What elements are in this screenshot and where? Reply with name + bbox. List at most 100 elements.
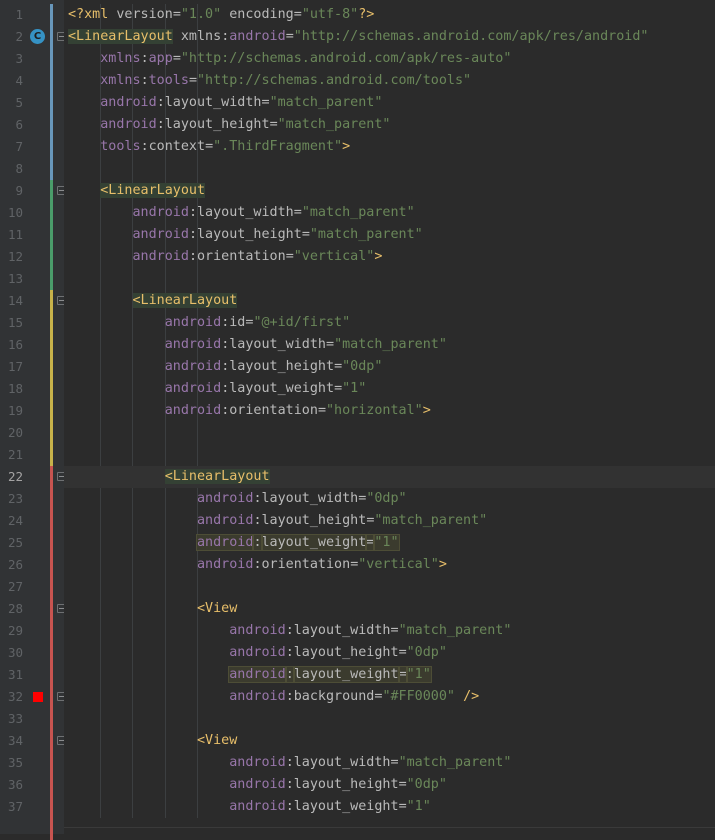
code-line[interactable]: <LinearLayout [64,290,715,312]
code-token: android [164,381,222,396]
code-line[interactable]: <LinearLayout xmlns:android="http://sche… [64,26,715,48]
code-line[interactable]: android:layout_width="match_parent" [64,620,715,642]
code-area[interactable]: <?xml version="1.0" encoding="utf-8"?> <L… [64,0,715,834]
code-line[interactable]: android:layout_height="0dp" [64,356,715,378]
line-number: 22 [7,469,23,484]
color-swatch-icon[interactable] [33,692,43,702]
gutter-row[interactable]: 13 [0,268,64,290]
code-token: android [229,645,286,660]
code-line[interactable]: android:orientation="horizontal"> [64,400,715,422]
gutter-row[interactable]: 23 [0,488,64,510]
gutter-row[interactable]: 34 [0,730,66,752]
code-line[interactable]: android:layout_width="match_parent" [64,202,715,224]
code-line[interactable]: android:layout_width="0dp" [64,488,715,510]
gutter-row[interactable]: 16 [0,334,64,356]
code-token: "#FF0000" [382,689,455,704]
code-line[interactable] [64,708,715,730]
code-line[interactable] [64,576,715,598]
code-line[interactable]: <View [64,598,715,620]
code-line[interactable]: android:layout_width="match_parent" [64,334,715,356]
gutter-row[interactable]: 2C [0,26,66,48]
horizontal-scrollbar[interactable] [64,827,715,834]
code-line[interactable]: android:orientation="vertical"> [64,246,715,268]
gutter-row[interactable]: 29 [0,620,64,642]
code-token: "1" [406,799,431,814]
code-token: = [188,73,197,88]
gutter-row[interactable]: 37 [0,796,64,818]
code-line[interactable]: android:id="@+id/first" [64,312,715,334]
gutter-row[interactable]: 25 [0,532,64,554]
code-line[interactable]: <View [64,730,715,752]
code-editor[interactable]: 1 2 C 3 4 5 6 7 8 9 10 11 12 13 14 15 16 17 18 19 20 21 22 23 24… [0,0,715,840]
code-line[interactable] [64,444,715,466]
gutter-row[interactable]: 10 [0,202,64,224]
gutter-row[interactable]: 17 [0,356,64,378]
code-token: "http://schemas.android.com/tools" [197,73,472,88]
class-icon[interactable]: C [30,29,45,44]
gutter-row[interactable]: 33 [0,708,64,730]
code-line[interactable] [64,158,715,180]
gutter-row[interactable]: 35 [0,752,64,774]
code-line[interactable]: android:layout_height="match_parent" [64,510,715,532]
code-line[interactable] [64,268,715,290]
code-line[interactable]: <LinearLayout [64,466,715,488]
gutter-row[interactable]: 11 [0,224,64,246]
gutter-row[interactable]: 32 [0,686,66,708]
gutter-row[interactable]: 30 [0,642,64,664]
code-token: layout_height [293,645,399,660]
code-line[interactable]: android:layout_height="match_parent" [64,114,715,136]
gutter-row[interactable]: 31 [0,664,64,686]
code-line-text: android:layout_height="match_parent" [68,224,423,246]
line-number: 33 [7,711,23,726]
line-number: 14 [7,293,23,308]
gutter-row[interactable]: 14 [0,290,66,312]
code-line[interactable]: <?xml version="1.0" encoding="utf-8"?> [64,4,715,26]
code-token: android [229,29,286,44]
gutter-row[interactable]: 5 [0,92,64,114]
gutter-row[interactable]: 3 [0,48,64,70]
gutter-row[interactable]: 8 [0,158,64,180]
gutter-row[interactable]: 22 [0,466,66,488]
gutter-row[interactable]: 27 [0,576,64,598]
code-token: android [197,557,254,572]
code-line[interactable]: android:layout_width="match_parent" [64,92,715,114]
code-token: = [205,139,214,154]
code-line[interactable]: <LinearLayout [64,180,715,202]
gutter-row[interactable]: 19 [0,400,64,422]
code-token: <View [197,733,238,748]
code-line[interactable]: android:layout_weight="1" [64,796,715,818]
gutter-row[interactable]: 24 [0,510,64,532]
code-line[interactable]: xmlns:app="http://schemas.android.com/ap… [64,48,715,70]
gutter-row[interactable]: 26 [0,554,64,576]
gutter-row[interactable]: 18 [0,378,64,400]
code-line[interactable]: android:background="#FF0000" /> [64,686,715,708]
code-line[interactable]: android:layout_height="0dp" [64,774,715,796]
code-line[interactable]: tools:context=".ThirdFragment"> [64,136,715,158]
gutter-row[interactable]: 36 [0,774,64,796]
gutter-row[interactable]: 21 [0,444,64,466]
code-line[interactable] [64,422,715,444]
gutter-row[interactable]: 20 [0,422,64,444]
code-line[interactable]: android:layout_height="0dp" [64,642,715,664]
gutter-row[interactable]: 12 [0,246,64,268]
gutter-row[interactable]: 4 [0,70,64,92]
editor-gutter[interactable]: 1 2 C 3 4 5 6 7 8 9 10 11 12 13 14 15 16 17 18 19 20 21 22 23 24… [0,0,66,840]
gutter-row[interactable]: 7 [0,136,64,158]
code-line[interactable]: xmlns:tools="http://schemas.android.com/… [64,70,715,92]
code-line[interactable]: android:layout_weight="1" [64,532,715,554]
code-line[interactable]: android:layout_width="match_parent" [64,752,715,774]
code-line[interactable]: android:layout_weight="1" [64,664,715,686]
gutter-row[interactable]: 9 [0,180,66,202]
line-number: 25 [7,535,23,550]
code-line[interactable]: android:layout_weight="1" [64,378,715,400]
code-token: : [253,491,262,506]
code-token: layout_weight [260,534,368,551]
gutter-row[interactable]: 1 [0,4,64,26]
gutter-row[interactable]: 6 [0,114,64,136]
code-line[interactable]: android:orientation="vertical"> [64,554,715,576]
gutter-row[interactable]: 28 [0,598,66,620]
code-token: : [285,645,294,660]
code-token: background [293,689,375,704]
gutter-row[interactable]: 15 [0,312,64,334]
code-line[interactable]: android:layout_height="match_parent" [64,224,715,246]
